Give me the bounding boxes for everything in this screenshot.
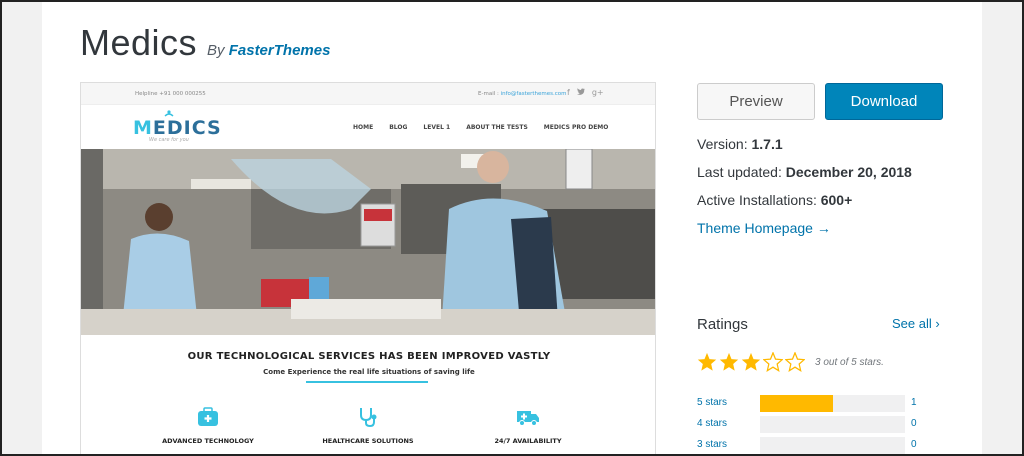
preview-email: E-mail : info@fasterthemes.com <box>478 91 567 97</box>
download-button[interactable]: Download <box>825 83 943 120</box>
see-all-label: See all <box>892 316 932 331</box>
rating-bar <box>760 416 905 433</box>
ratings-heading: Ratings <box>697 316 748 333</box>
twitter-icon <box>576 88 585 97</box>
theme-header: Medics By FasterThemes <box>80 22 330 64</box>
feature-availability: 24/7 AVAILABILITY <box>453 405 603 445</box>
rating-row-label[interactable]: 5 stars <box>697 397 727 408</box>
feature-label: HEALTHCARE SOLUTIONS <box>322 437 414 445</box>
star-empty-icon <box>763 352 783 372</box>
theme-page: Medics By FasterThemes Helpline +91 000 … <box>42 2 982 456</box>
preview-email-address: info@fasterthemes.com <box>500 91 567 97</box>
rating-row-count: 0 <box>911 418 917 429</box>
logo-rest: EDICS <box>152 117 222 139</box>
preview-menu-blog[interactable]: BLOG <box>389 124 407 131</box>
stars-summary: 3 out of 5 stars. <box>815 356 884 368</box>
preview-menu-level1[interactable]: LEVEL 1 <box>423 124 450 131</box>
theme-screenshot: Helpline +91 000 000255 E-mail : info@fa… <box>80 82 656 456</box>
rating-bar <box>760 437 905 454</box>
logo-tagline: We care for you <box>149 137 189 143</box>
feature-healthcare-solutions: HEALTHCARE SOLUTIONS <box>293 405 443 445</box>
rating-row-5: 5 stars 1 <box>697 395 947 413</box>
preview-button[interactable]: Preview <box>697 83 815 120</box>
rating-row-4: 4 stars 0 <box>697 416 947 434</box>
preview-menu-about[interactable]: ABOUT THE TESTS <box>466 124 528 131</box>
rating-row-label[interactable]: 3 stars <box>697 439 727 450</box>
hospital-scene-illustration <box>81 149 655 335</box>
logo-person-icon <box>164 110 174 117</box>
version-value: 1.7.1 <box>751 136 783 152</box>
preview-menu-home[interactable]: HOME <box>353 124 373 131</box>
rating-bar <box>760 395 905 412</box>
star-rating: 3 out of 5 stars. <box>697 352 884 372</box>
preview-topbar: Helpline +91 000 000255 E-mail : info@fa… <box>81 83 655 105</box>
preview-section-title: OUR TECHNOLOGICAL SERVICES HAS BEEN IMPR… <box>187 351 551 362</box>
preview-section-subtitle: Come Experience the real life situations… <box>263 368 475 376</box>
star-filled-icon <box>719 352 739 371</box>
by-prefix: By <box>207 42 225 59</box>
rating-row-count: 1 <box>911 397 917 408</box>
star-filled-icon <box>697 352 717 371</box>
facebook-icon: f <box>567 88 570 97</box>
rating-bar-fill <box>760 395 833 412</box>
logo-initial: M <box>133 117 153 139</box>
active-installs-value: 600+ <box>820 192 853 208</box>
active-installs-info: Active Installations: 600+ <box>697 192 852 208</box>
version-label: Version: <box>697 136 748 152</box>
theme-title: Medics <box>80 22 198 63</box>
preview-email-prefix: E-mail : <box>478 91 499 97</box>
theme-homepage-link[interactable]: Theme Homepage → <box>697 220 831 236</box>
feature-label: ADVANCED TECHNOLOGY <box>162 437 254 445</box>
medkit-icon <box>198 407 218 426</box>
version-info: Version: 1.7.1 <box>697 136 783 152</box>
chevron-right-icon: › <box>935 316 940 331</box>
last-updated-label: Last updated: <box>697 164 782 180</box>
rating-row-count: 0 <box>911 439 917 450</box>
preview-menu: HOME BLOG LEVEL 1 ABOUT THE TESTS MEDICS… <box>353 124 610 131</box>
ambulance-icon <box>517 411 539 426</box>
author-byline: By FasterThemes <box>207 42 330 59</box>
star-filled-icon <box>741 352 761 371</box>
feature-advanced-technology: ADVANCED TECHNOLOGY <box>133 405 283 445</box>
googleplus-icon: g+ <box>591 88 604 97</box>
preview-logo: MEDICS We care for you <box>133 117 222 143</box>
preview-menu-pro-demo[interactable]: MEDICS PRO DEMO <box>544 124 609 131</box>
preview-navbar: MEDICS We care for you HOME BLOG LEVEL 1… <box>81 105 655 149</box>
last-updated-info: Last updated: December 20, 2018 <box>697 164 912 180</box>
preview-social: f g+ <box>567 88 604 97</box>
hero-image <box>81 149 655 335</box>
stethoscope-icon <box>360 408 377 428</box>
rating-row-3: 3 stars 0 <box>697 437 947 455</box>
active-installs-label: Active Installations: <box>697 192 817 208</box>
author-link[interactable]: FasterThemes <box>229 42 331 59</box>
feature-label: 24/7 AVAILABILITY <box>494 437 562 445</box>
preview-helpline: Helpline +91 000 000255 <box>135 91 206 97</box>
see-all-link[interactable]: See all › <box>892 316 940 331</box>
rating-row-label[interactable]: 4 stars <box>697 418 727 429</box>
preview-section-divider <box>306 381 428 383</box>
last-updated-value: December 20, 2018 <box>785 164 912 180</box>
star-empty-icon <box>785 352 805 372</box>
